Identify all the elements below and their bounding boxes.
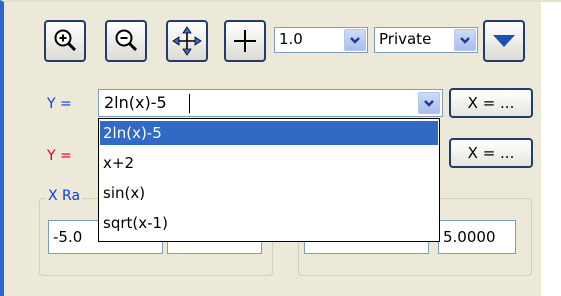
function-2-label: Y = xyxy=(47,148,72,164)
x-range-title: X Ra xyxy=(46,188,83,204)
function-1-input[interactable]: 2ln(x)-5 xyxy=(98,89,443,117)
crosshair-button[interactable] xyxy=(224,20,266,62)
text-caret xyxy=(189,94,190,113)
function-1-value: 2ln(x)-5 xyxy=(104,93,167,112)
options-dropdown-button[interactable] xyxy=(483,20,525,62)
visibility-select-value: Private xyxy=(379,30,432,48)
triangle-down-icon xyxy=(493,35,515,47)
scale-select-chevron-down-icon[interactable] xyxy=(344,29,366,51)
zoom-out-button[interactable] xyxy=(105,20,147,62)
function-dropdown-list: 2ln(x)-5 x+2 sin(x) sqrt(x-1) xyxy=(98,118,440,242)
zoom-out-icon xyxy=(115,29,138,52)
visibility-select[interactable]: Private xyxy=(374,27,478,53)
dropdown-option[interactable]: sqrt(x-1) xyxy=(100,211,438,235)
y-max-field[interactable]: 5.0000 xyxy=(438,220,516,254)
visibility-select-chevron-down-icon[interactable] xyxy=(454,29,476,51)
scale-select-value: 1.0 xyxy=(279,30,303,48)
scale-select[interactable]: 1.0 xyxy=(274,27,368,53)
x-min-value: -5.0 xyxy=(53,228,83,246)
graph-control-panel: 1.0 Private Y = 2ln(x)-5 X = ... Y = X =… xyxy=(0,0,561,296)
function-1-chevron-down-icon[interactable] xyxy=(418,92,440,114)
function-1-x-button[interactable]: X = ... xyxy=(449,88,533,118)
dropdown-option[interactable]: x+2 xyxy=(100,151,438,175)
zoom-in-button[interactable] xyxy=(44,20,86,62)
function-1-label: Y = xyxy=(47,96,72,112)
pan-arrows-icon xyxy=(172,26,202,56)
zoom-in-icon xyxy=(54,29,77,52)
dropdown-option[interactable]: sin(x) xyxy=(100,181,438,205)
function-2-x-button[interactable]: X = ... xyxy=(449,138,533,168)
dropdown-option[interactable]: 2ln(x)-5 xyxy=(100,121,438,145)
pan-button[interactable] xyxy=(166,20,208,62)
y-max-value: 5.0000 xyxy=(443,228,496,246)
crosshair-icon xyxy=(234,30,256,52)
